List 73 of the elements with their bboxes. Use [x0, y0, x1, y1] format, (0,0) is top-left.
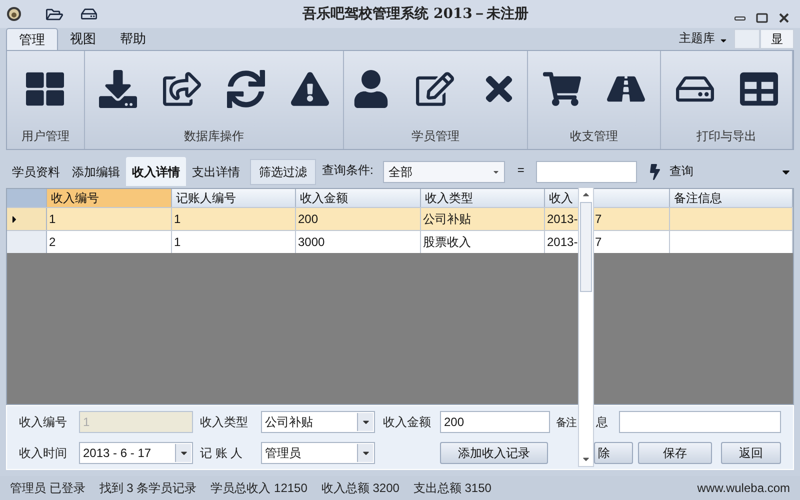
field-label: 记 账 人 [200, 445, 244, 462]
select-field[interactable]: 公司补贴 [261, 411, 375, 433]
column-header[interactable]: 备注信息 [670, 189, 793, 207]
query-input[interactable] [536, 161, 638, 183]
edit-icon[interactable] [416, 70, 454, 108]
ribbon-tab[interactable]: 帮助 [108, 28, 158, 50]
input-field[interactable]: 200 [440, 411, 550, 433]
status-text: 支出总额 3150 [413, 480, 492, 497]
field-label: 收入编号 [19, 414, 68, 431]
table-cell: 200 [296, 208, 421, 230]
dropdown-arrow-icon [492, 168, 500, 176]
content-tab[interactable]: 学员资料 [6, 157, 66, 186]
input-field[interactable] [619, 411, 781, 433]
drive-icon[interactable] [81, 6, 97, 22]
theme-swatch[interactable] [734, 29, 760, 49]
ribbon-group-label: 收支管理 [570, 128, 618, 145]
column-header[interactable]: 收入金额 [296, 189, 421, 207]
select-field[interactable]: 管理员 [261, 442, 375, 464]
cart-icon[interactable] [543, 70, 581, 108]
table-cell: 1 [47, 208, 172, 230]
vertical-scrollbar[interactable] [578, 187, 594, 467]
table-icon[interactable] [740, 70, 778, 108]
ribbon-group-label: 打印与导出 [696, 128, 757, 145]
content-tab[interactable]: 添加编辑 [66, 157, 126, 186]
query-button[interactable]: 查询 [669, 162, 694, 180]
scroll-thumb[interactable] [580, 202, 592, 292]
ribbon-tab[interactable]: 视图 [58, 28, 108, 50]
table-cell: 1 [172, 231, 296, 253]
content-tab[interactable]: 支出详情 [186, 157, 246, 186]
table-cell: 公司补贴 [421, 208, 545, 230]
user-icon[interactable] [352, 70, 390, 108]
ribbon-tab[interactable]: 管理 [6, 28, 58, 50]
form-button[interactable]: 除 [594, 442, 633, 464]
equals-label: = [517, 162, 524, 179]
minimize-icon[interactable] [734, 14, 746, 22]
table-cell: 3000 [296, 231, 421, 253]
status-text: 找到 3 条学员记录 [99, 480, 197, 497]
filter-button[interactable]: 筛选过滤 [250, 159, 316, 185]
query-label: 查询条件: [322, 162, 374, 179]
app-logo-icon [6, 6, 22, 22]
refresh-icon[interactable] [226, 70, 265, 108]
field-label: 收入类型 [200, 414, 249, 431]
content-tab[interactable]: 收入详情 [126, 157, 186, 186]
form-button[interactable]: 保存 [638, 442, 712, 464]
status-text: 收入总额 3200 [321, 480, 400, 497]
date-field[interactable]: 2013 - 6 - 17 [79, 442, 193, 464]
form-button[interactable]: 添加收入记录 [440, 442, 548, 464]
column-header[interactable]: 收入编号 [47, 189, 172, 207]
column-header[interactable]: 记账人编号 [172, 189, 296, 207]
table-cell: 股票收入 [421, 231, 545, 253]
form-button[interactable]: 返回 [721, 442, 781, 464]
theme-label: 主题库 [679, 30, 715, 47]
share-icon[interactable] [162, 70, 201, 108]
status-text: 管理员 已登录 [10, 480, 86, 497]
field-label: 备注 息 [558, 414, 609, 431]
theme-button[interactable]: 显 [760, 29, 794, 49]
download-icon[interactable] [98, 70, 137, 108]
condition-select[interactable]: 全部 [383, 161, 506, 183]
close-icon[interactable] [778, 13, 790, 23]
window-title: 吾乐吧驾校管理系统 2013－未注册 [302, 4, 528, 24]
field-label: 收入时间 [19, 445, 68, 462]
warning-icon[interactable] [290, 70, 329, 108]
column-header[interactable]: 收入类型 [421, 189, 545, 207]
maximize-icon[interactable] [756, 13, 768, 23]
table-cell: 1 [172, 208, 296, 230]
ribbon-group-label: 用户管理 [21, 128, 70, 145]
website-link[interactable]: www.wuleba.com [697, 479, 790, 497]
table-cell: 2 [47, 231, 172, 253]
status-text: 学员总收入 12150 [210, 480, 308, 497]
field-label: 收入金额 [383, 414, 432, 431]
ribbon-group-label: 学员管理 [411, 128, 460, 145]
ribbon-group-label: 数据库操作 [184, 128, 244, 145]
grid-icon[interactable] [26, 70, 64, 108]
